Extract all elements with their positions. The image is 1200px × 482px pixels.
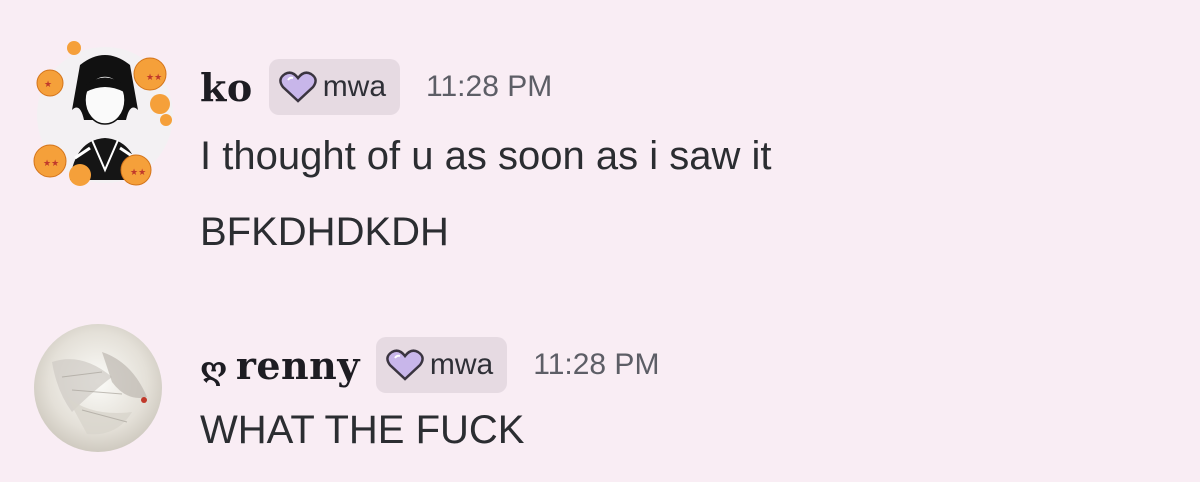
timestamp[interactable]: 11:28 PM [533,348,659,382]
message-header: ღ renny mwa 11:28 PM [200,336,659,394]
dragon-ball-icon: ★★ ★ ★★ ★★ [33,41,172,186]
message-text: BFKDHDKDH [200,210,449,254]
heart-icon [386,349,424,381]
avatar-renny[interactable] [32,322,164,454]
username[interactable]: ko [200,65,253,110]
server-tag[interactable]: mwa [375,337,508,393]
timestamp[interactable]: 11:28 PM [426,70,552,104]
avatar-ko[interactable]: ★★ ★ ★★ ★★ [30,40,180,190]
message-header: ko mwa 11:28 PM [200,58,552,116]
svg-text:★: ★ [44,80,52,90]
heart-icon [278,71,317,103]
username[interactable]: ღ renny [200,343,360,388]
username-prefix: ღ [200,351,228,387]
message-ko: ★★ ★ ★★ ★★ ko mwa 11:28 PM I thought of … [0,0,1200,270]
message-renny: ღ renny mwa 11:28 PM WHAT THE FUCK [0,300,1200,482]
svg-text:★★: ★★ [146,73,162,83]
svg-text:★★: ★★ [130,168,146,178]
tag-label: mwa [322,70,387,103]
tag-label: mwa [429,348,494,381]
username-text: renny [235,342,360,388]
avatar-image [34,324,162,452]
message-text: WHAT THE FUCK [200,408,525,452]
svg-text:★★: ★★ [43,159,59,169]
server-tag[interactable]: mwa [268,59,401,115]
message-text: I thought of u as soon as i saw it [200,134,772,178]
